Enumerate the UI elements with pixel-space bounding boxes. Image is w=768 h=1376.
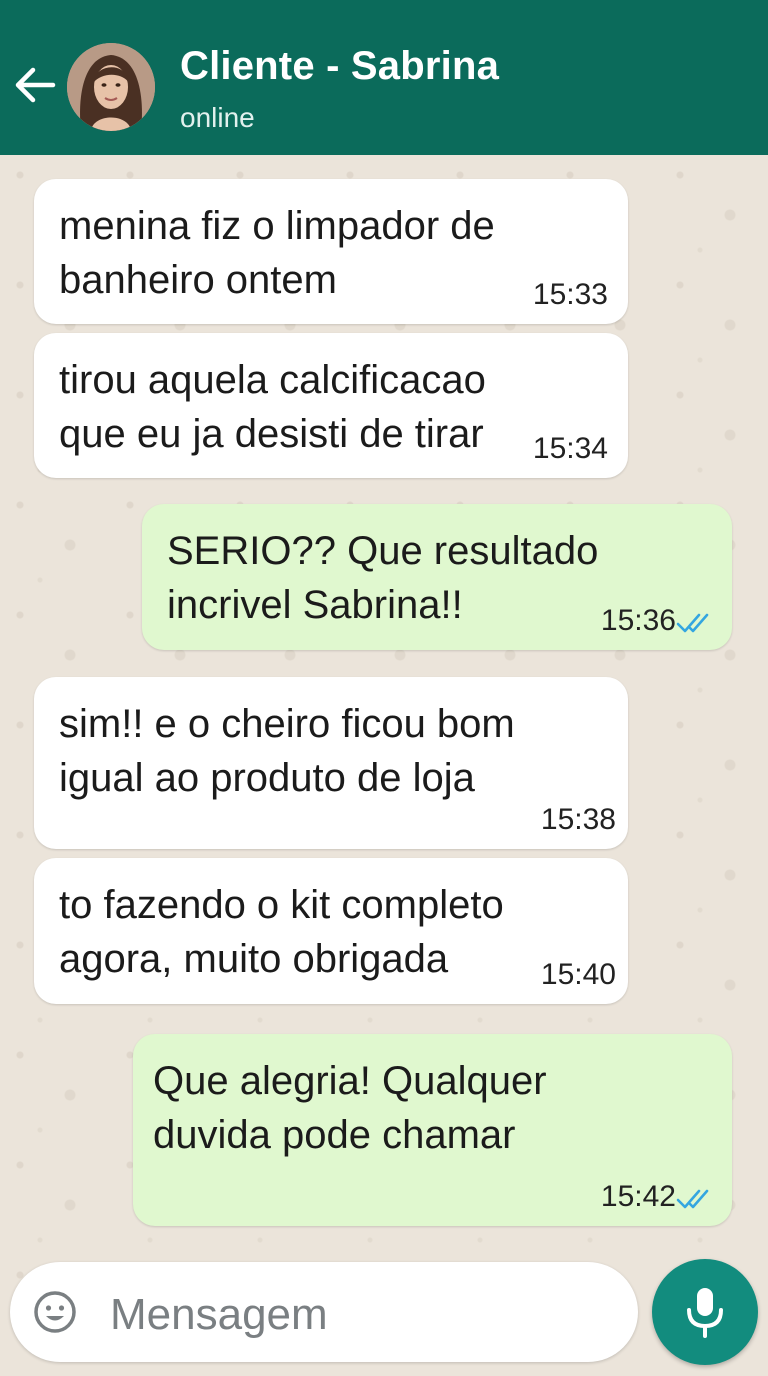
message-time: 15:34 [532, 432, 608, 465]
avatar[interactable] [67, 43, 155, 131]
message-line: igual ao produto de loja [59, 756, 475, 800]
message-time: 15:40 [540, 958, 616, 991]
arrow-left-icon [15, 67, 56, 103]
chat-header: Cliente - Sabrina online [0, 0, 768, 155]
message-composer[interactable]: Mensagem [10, 1262, 638, 1362]
message-text: menina fiz o limpador de banheiro ontem [59, 199, 608, 307]
emoji-button[interactable] [32, 1289, 78, 1335]
contact-name[interactable]: Cliente - Sabrina [180, 44, 499, 89]
message-time: 15:42 [600, 1180, 676, 1213]
message-time: 15:36 [600, 604, 676, 637]
emoji-icon [34, 1291, 76, 1333]
message-line: que eu ja desisti de tirar [59, 412, 484, 456]
message-time: 15:33 [532, 278, 608, 311]
message-bubble-outgoing[interactable]: SERIO?? Que resultado incrivel Sabrina!!… [142, 504, 732, 650]
message-line: to fazendo o kit completo [59, 883, 504, 927]
message-text: sim!! e o cheiro ficou bom igual ao prod… [59, 697, 608, 805]
message-bubble-outgoing[interactable]: Que alegria! Qualquer duvida pode chamar… [133, 1034, 732, 1226]
message-line: menina fiz o limpador de [59, 204, 495, 248]
message-text: tirou aquela calcificacao que eu ja desi… [59, 353, 608, 461]
message-line: tirou aquela calcificacao [59, 358, 486, 402]
message-bubble-incoming[interactable]: tirou aquela calcificacao que eu ja desi… [34, 333, 628, 478]
double-check-icon [676, 1189, 709, 1209]
message-line: sim!! e o cheiro ficou bom [59, 702, 515, 746]
back-button[interactable] [12, 62, 58, 108]
message-text: Que alegria! Qualquer duvida pode chamar [153, 1054, 712, 1162]
double-check-icon [676, 613, 709, 633]
message-line: agora, muito obrigada [59, 937, 449, 981]
message-line: duvida pode chamar [153, 1113, 516, 1157]
message-bubble-incoming[interactable]: menina fiz o limpador de banheiro ontem … [34, 179, 628, 324]
message-text: to fazendo o kit completo agora, muito o… [59, 878, 608, 986]
contact-status: online [180, 102, 255, 133]
message-time: 15:38 [540, 803, 616, 836]
microphone-button[interactable] [652, 1259, 758, 1365]
message-bubble-incoming[interactable]: to fazendo o kit completo agora, muito o… [34, 858, 628, 1004]
contact-photo [67, 43, 155, 131]
message-line: Que alegria! Qualquer [153, 1059, 547, 1103]
message-input[interactable]: Mensagem [110, 1290, 328, 1340]
microphone-icon [687, 1288, 723, 1338]
message-line: banheiro ontem [59, 258, 337, 302]
message-bubble-incoming[interactable]: sim!! e o cheiro ficou bom igual ao prod… [34, 677, 628, 849]
message-line: SERIO?? Que resultado [167, 529, 599, 573]
